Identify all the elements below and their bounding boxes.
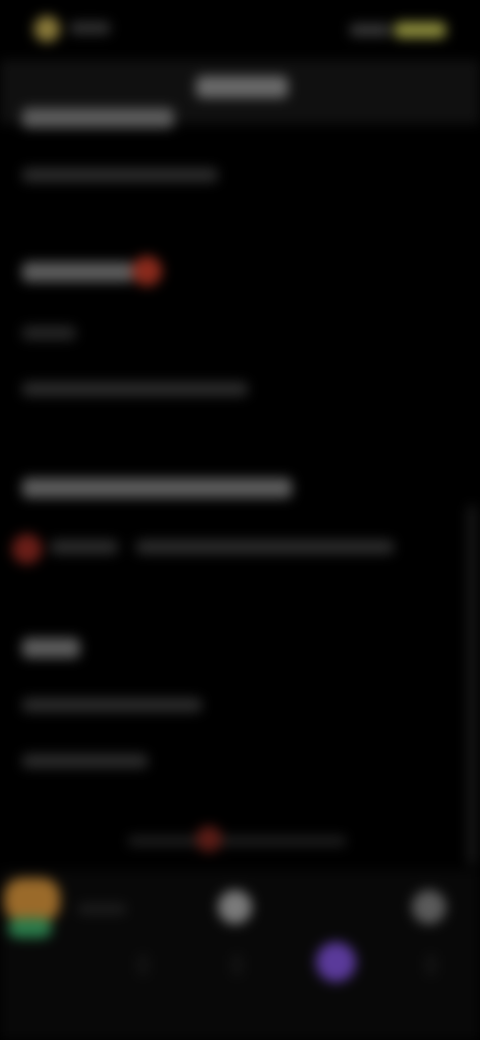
indicator-dot-icon [196, 826, 222, 852]
section-subtext[interactable] [22, 168, 218, 182]
row-value[interactable] [136, 540, 394, 554]
blurred-screen [0, 0, 480, 1040]
home-icon-accent [8, 918, 52, 938]
status-left-text [70, 22, 110, 34]
list-item[interactable] [22, 754, 148, 768]
profile-icon[interactable] [412, 890, 446, 924]
notification-dot-icon [132, 256, 162, 286]
page-indicator [128, 836, 346, 846]
scrollbar[interactable] [468, 505, 476, 865]
section-heading [22, 638, 80, 658]
battery-icon [394, 22, 446, 38]
nav-divider [232, 954, 242, 976]
nav-divider [138, 954, 148, 976]
app-status-icon [34, 16, 60, 42]
nav-label [78, 904, 126, 914]
home-icon[interactable] [4, 878, 60, 922]
section-heading [22, 108, 174, 128]
status-bar [0, 0, 480, 60]
section-heading [22, 478, 292, 498]
record-dot-icon [12, 534, 42, 564]
assistant-icon[interactable] [316, 942, 356, 982]
section-heading [22, 262, 134, 282]
row-label[interactable] [50, 540, 118, 554]
page-title [196, 76, 288, 98]
status-right-text [350, 24, 390, 36]
list-item[interactable] [22, 698, 202, 712]
circle-icon[interactable] [218, 890, 252, 924]
section-subtext[interactable] [22, 382, 248, 396]
bottom-nav [0, 870, 480, 1040]
nav-divider [426, 954, 436, 976]
section-label [22, 326, 76, 340]
